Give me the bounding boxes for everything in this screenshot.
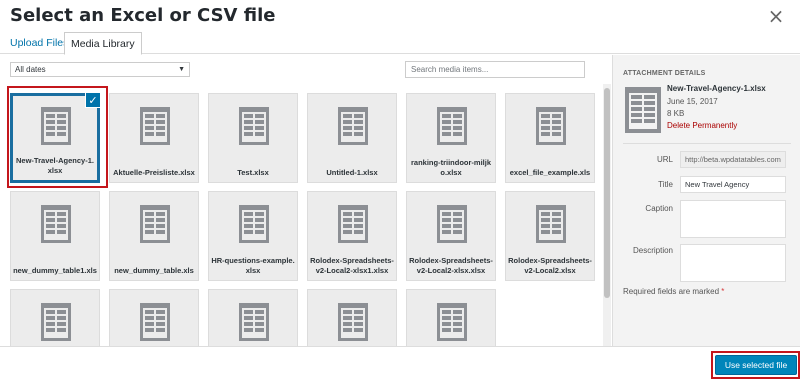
required-fields-note: Required fields are marked * [623,287,724,296]
spreadsheet-document-icon [536,107,566,145]
media-tile[interactable]: new_dummy_table.xls [109,191,199,281]
media-tile[interactable] [406,289,496,346]
date-filter-value: All dates [15,65,46,74]
selection-highlight [7,86,108,188]
spreadsheet-document-icon [536,205,566,243]
search-media-input[interactable] [405,61,585,78]
modal-title: Select an Excel or CSV file [10,5,276,26]
media-tile[interactable]: Test.xlsx [208,93,298,183]
attachment-size: 8 KB [667,109,685,118]
close-icon[interactable]: × [766,6,786,26]
media-tile-filename: Rolodex-Spreadsheets-v2-Local2-xlsx.xlsx [409,256,493,275]
attachment-details-panel: ATTACHMENT DETAILS New-Travel-Agency-1.x… [612,55,800,346]
spreadsheet-document-icon [437,107,467,145]
spreadsheet-document-icon [625,87,661,133]
media-tile[interactable]: Rolodex-Spreadsheets-v2-Local2-xlsx.xlsx [406,191,496,281]
chevron-down-icon: ▼ [178,66,185,73]
media-tile[interactable]: Rolodex-Spreadsheets-v2-Local2.xlsx [505,191,595,281]
spreadsheet-document-icon [140,107,170,145]
media-tile-filename: Aktuelle-Preisliste.xlsx [113,167,195,177]
media-tile-filename: Rolodex-Spreadsheets-v2-Local2.xlsx [508,256,592,275]
media-tabs: Upload Files Media Library [0,28,800,55]
caption-field[interactable] [680,200,786,238]
spreadsheet-document-icon [338,303,368,341]
spreadsheet-document-icon [437,205,467,243]
media-tile[interactable]: Aktuelle-Preisliste.xlsx [109,93,199,183]
media-tile[interactable] [109,289,199,346]
spreadsheet-document-icon [41,205,71,243]
media-tile-filename: Test.xlsx [237,167,269,177]
media-tile[interactable]: ranking-triindoor-miljko.xlsx [406,93,496,183]
caption-label: Caption [645,204,673,213]
media-tile-filename: Rolodex-Spreadsheets-v2-Local2-xlsx1.xls… [310,256,394,275]
spreadsheet-document-icon [437,303,467,341]
tab-media-library[interactable]: Media Library [64,32,142,55]
title-label: Title [658,180,673,189]
required-note-text: Required fields are marked [623,287,720,296]
media-tile-filename: new_dummy_table1.xls [13,265,97,275]
media-tile[interactable]: HR-questions-example.xlsx [208,191,298,281]
scrollbar-thumb[interactable] [604,88,610,298]
url-field[interactable]: http://beta.wpdatatables.com [680,151,786,168]
title-field[interactable]: New Travel Agency [680,176,786,193]
description-field[interactable] [680,244,786,282]
spreadsheet-document-icon [140,303,170,341]
spreadsheet-document-icon [338,107,368,145]
required-star: * [721,287,725,296]
media-tile[interactable] [307,289,397,346]
spreadsheet-document-icon [140,205,170,243]
media-tile[interactable]: Untitled-1.xlsx [307,93,397,183]
spreadsheet-document-icon [239,107,269,145]
description-label: Description [632,246,673,255]
url-label: URL [656,155,673,164]
media-tile-filename: ranking-triindoor-miljko.xlsx [410,158,491,177]
media-tile-filename: new_dummy_table.xls [114,265,194,275]
attachment-filename: New-Travel-Agency-1.xlsx [667,84,766,93]
media-tile-filename: Untitled-1.xlsx [326,167,378,177]
details-divider [623,143,791,144]
spreadsheet-document-icon [41,303,71,341]
media-tile[interactable] [10,289,100,346]
spreadsheet-document-icon [239,205,269,243]
delete-permanently-link[interactable]: Delete Permanently [667,121,737,130]
spreadsheet-document-icon [338,205,368,243]
spreadsheet-document-icon [239,303,269,341]
media-tile[interactable] [208,289,298,346]
button-highlight [711,351,800,379]
attachment-date: June 15, 2017 [667,97,718,106]
media-tile[interactable]: excel_file_example.xls [505,93,595,183]
date-filter-select[interactable]: All dates ▼ [10,62,190,77]
media-tile[interactable]: new_dummy_table1.xls [10,191,100,281]
attachment-details-heading: ATTACHMENT DETAILS [623,70,706,77]
media-tile[interactable]: Rolodex-Spreadsheets-v2-Local2-xlsx1.xls… [307,191,397,281]
media-tile-filename: excel_file_example.xls [509,167,591,177]
media-tile-filename: HR-questions-example.xlsx [211,256,295,275]
modal-footer [0,346,800,382]
